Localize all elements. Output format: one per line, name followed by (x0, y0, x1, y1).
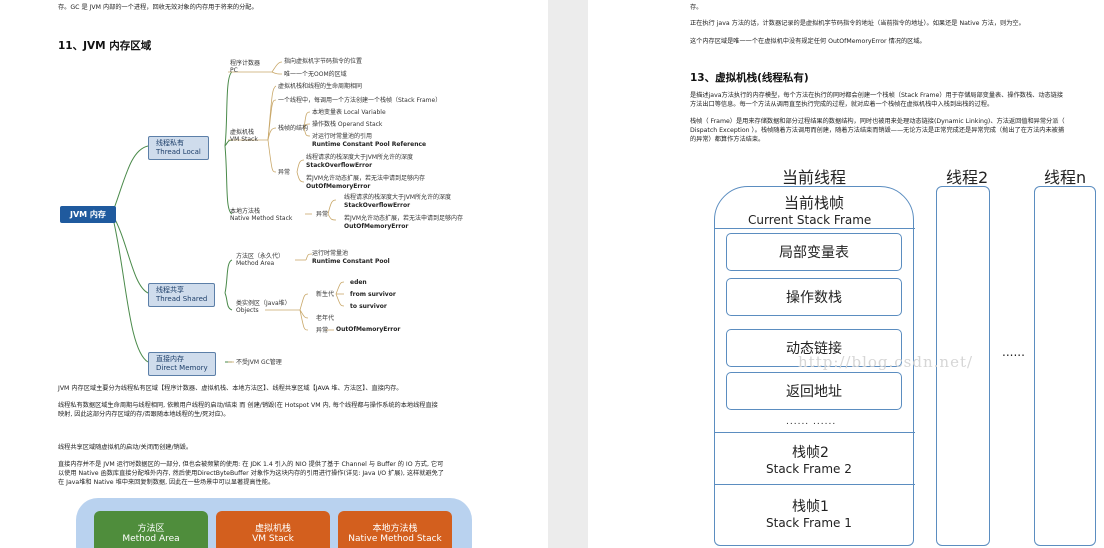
mem-native-method-stack: 本地方法栈 Native Method Stack (338, 511, 452, 548)
mem-method-area: 方法区 Method Area (94, 511, 208, 548)
right-line-2: 这个内存区域是唯一一个在虚拟机中没有规定任何 OutOfMemoryError … (690, 38, 926, 45)
node-direct-memory: 直接内存 Direct Memory (148, 352, 216, 376)
operand-stack-box: 操作数栈 (726, 278, 902, 316)
node-objects: 类实例区（Java堆） Objects (236, 300, 291, 314)
direct-desc: 不受JVM GC管理 (236, 359, 282, 366)
left-page: 存。GC 是 JVM 内部的一个进程，回收无效对象的内存用于将来的分配。 11、… (0, 0, 548, 548)
frame2-en: Stack Frame 2 (766, 462, 852, 476)
method-area-rcp-en: Runtime Constant Pool (312, 258, 390, 265)
nms-exc-1-en: StackOverflowError (344, 202, 411, 209)
right-para-1a: 是描述java方法执行的内存模型，每个方法在执行的同时都会创建一个栈帧（Stac… (690, 92, 1064, 99)
return-addr-box: 返回地址 (726, 372, 902, 410)
para-1: JVM 内存区域主要分为线程私有区域【程序计数器、虚拟机栈、本地方法区】、线程共… (58, 385, 403, 392)
right-top-text: 存。 (690, 4, 703, 11)
nms-exc-2-cn: 若JVM允许动态扩展，若无法申请到足够内存 (344, 215, 464, 222)
mem-method-area-label: 方法区 (137, 524, 165, 534)
frame-divider-top (715, 228, 915, 229)
current-frame-title: 当前栈帧 (784, 194, 845, 212)
para-2b: 映射, 因此这部分内存区域的存/否跟随本地线程的生/死对应)。 (58, 411, 230, 418)
frame1-label: 栈帧1 (792, 499, 829, 515)
section-heading-13: 13、虚拟机栈(线程私有) (690, 72, 809, 84)
old-gen: 老年代 (316, 315, 335, 322)
mem-native-sub: Native Method Stack (348, 534, 442, 544)
mem-native-label: 本地方法栈 (372, 524, 418, 534)
frame-rcp-ref-en: Runtime Constant Pool Reference (312, 141, 427, 148)
node-thread-shared: 线程共享 Thread Shared (148, 283, 216, 307)
node-vm-stack: 虚拟机栈 VM Stack (230, 129, 258, 143)
dots-small: ...... ...... (786, 417, 837, 427)
vms-exc-2-cn: 若JVM允许动态扩展，若无法申请到足够内存 (306, 175, 426, 182)
mem-vm-stack-label: 虚拟机栈 (254, 524, 291, 534)
para-2a: 线程私有数据区域生命周期与线程相同, 依赖用户线程的启动/结束 而 创建/销毁(… (58, 402, 438, 409)
dots-side: ...... (1002, 345, 1025, 359)
heap-oom: OutOfMemoryError (336, 326, 401, 333)
frame2-label: 栈帧2 (792, 445, 829, 461)
vms-desc-2: 一个线程中，每调用一个方法创建一个栈帧（Stack Frame） (278, 97, 442, 104)
node-thread-local: 线程私有 Thread Local (148, 136, 209, 160)
local-vars-box: 局部变量表 (726, 233, 902, 271)
young-from: from survivor (350, 291, 396, 298)
frame-structure: 栈帧的结构 (278, 125, 309, 132)
para-4c: 在 Java堆和 Native 堆中来回复制数据, 因此在一些场景中可以显著提高… (58, 479, 275, 486)
mem-vm-stack-sub: VM Stack (252, 534, 294, 544)
vms-exception: 异常 (278, 169, 291, 176)
right-para-2a: 栈帧（ Frame）是用来存储数据和部分过程结果的数据结构，同时也被用来处理动态… (690, 118, 1065, 125)
frame-operand: 操作数栈 Operand Stack (312, 121, 383, 128)
nms-exc-1-cn: 线程请求的栈深度大于JVM所允许的深度 (344, 194, 452, 201)
right-page: 存。 正在执行 java 方法的话，计数器记录的是虚拟机字节码指令的地址（当前指… (588, 0, 1104, 548)
frame1-en: Stack Frame 1 (766, 516, 852, 530)
young-gen: 新生代 (316, 291, 335, 298)
mem-method-area-sub: Method Area (122, 534, 180, 544)
vms-exc-1-en: StackOverflowError (306, 162, 373, 169)
frame-rcp-ref-cn: 对运行时常量池的引用 (312, 133, 373, 140)
frame-local-var: 本地变量表 Local Variable (312, 109, 386, 116)
thread2-label: 线程2 (946, 168, 989, 187)
young-eden: eden (350, 279, 367, 286)
heap-exception: 异常 (316, 327, 329, 334)
right-para-2b: Dispatch Exception ）。栈帧随着方法调用而创建，随着方法结束而… (690, 127, 1065, 134)
threadn-label: 线程n (1044, 168, 1087, 187)
node-native-method-stack: 本地方法栈 Native Method Stack (230, 208, 293, 222)
current-frame-en: Current Stack Frame (748, 213, 872, 227)
node-method-area: 方法区（永久代） Method Area (236, 253, 285, 267)
current-thread-label: 当前线程 (782, 168, 847, 187)
threadn-stack (1034, 186, 1096, 546)
node-pc: 程序计数器 PC (230, 60, 261, 74)
mindmap-lines (111, 61, 345, 363)
nms-exception: 异常 (316, 211, 329, 218)
pc-desc-1: 指向虚拟机字节码指令的位置 (284, 58, 363, 65)
mem-vm-stack: 虚拟机栈 VM Stack (216, 511, 330, 548)
mindmap-root: JVM 内存 (60, 206, 116, 223)
watermark: http://blog.csdn.net/ (798, 353, 974, 371)
right-line-1: 正在执行 java 方法的话，计数器记录的是虚拟机字节码指令的地址（当前指令的地… (690, 20, 1025, 27)
para-3: 线程共享区域随虚拟机的启动/关闭而创建/销毁。 (58, 444, 193, 451)
vms-exc-2-en: OutOfMemoryError (306, 183, 371, 190)
frame-divider-3 (715, 484, 915, 485)
nms-exc-2-en: OutOfMemoryError (344, 223, 409, 230)
young-to: to survivor (350, 303, 387, 310)
right-para-2c: 的异常）都算作方法结束。 (690, 136, 765, 143)
right-para-1b: 方法出口等信息。每一个方法从调用直至执行完成的过程，就对应着一个栈帧在虚拟机栈中… (690, 101, 994, 108)
vms-desc-1: 虚拟机栈和线程的生命周期相同 (278, 83, 363, 90)
vms-exc-1-cn: 线程请求的栈深度大于JVM所允许的深度 (306, 154, 414, 161)
para-4b: 以使用 Native 函数库直接分配堆外内存, 然后使用DirectByteBu… (58, 470, 444, 477)
method-area-rcp-cn: 运行时常量池 (312, 250, 349, 257)
para-4a: 直接内存并不是 JVM 运行时数据区的一部分, 但也会被频繁的使用: 在 JDK… (58, 461, 444, 468)
frame-divider-2 (715, 432, 915, 433)
pc-desc-2: 唯一一个无OOM的区域 (284, 71, 347, 78)
